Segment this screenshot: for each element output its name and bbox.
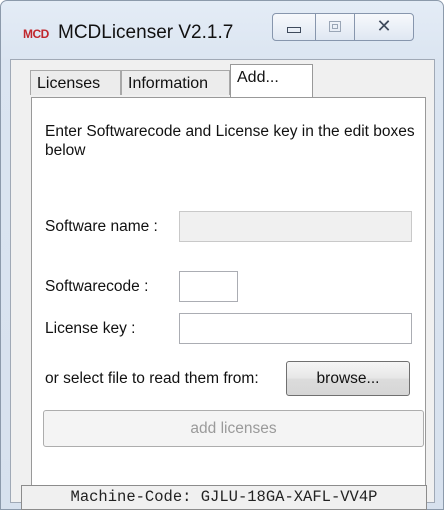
tab-licenses[interactable]: Licenses (30, 70, 121, 95)
software-name-label: Software name : (45, 218, 158, 235)
title-bar[interactable]: MCD MCDLicenser V2.1.7 ✕ (1, 1, 443, 59)
browse-button[interactable]: browse... (286, 361, 410, 396)
client-area: Licenses Information Add... Enter Softwa… (10, 59, 435, 503)
maximize-button[interactable] (315, 13, 355, 41)
licenser-window: MCD MCDLicenser V2.1.7 ✕ Licenses Inform… (0, 0, 444, 510)
tab-information[interactable]: Information (121, 70, 230, 95)
app-logo-icon: MCD (23, 27, 49, 41)
software-name-field (179, 211, 412, 242)
license-key-label: License key : (45, 320, 136, 337)
maximize-icon (329, 21, 341, 32)
machine-code-status: Machine-Code: GJLU-18GA-XAFL-VV4P (21, 485, 427, 510)
tab-add[interactable]: Add... (230, 64, 313, 97)
software-name-input (180, 212, 411, 241)
license-key-field[interactable] (179, 313, 412, 344)
license-key-input[interactable] (180, 314, 411, 343)
close-icon: ✕ (376, 16, 392, 37)
instruction-text: Enter Softwarecode and License key in th… (45, 123, 415, 159)
window-title: MCDLicenser V2.1.7 (58, 22, 234, 43)
softwarecode-field[interactable] (179, 271, 238, 302)
close-button[interactable]: ✕ (354, 13, 414, 41)
file-prompt-label: or select file to read them from: (45, 370, 259, 387)
minimize-icon (287, 27, 301, 33)
softwarecode-label: Softwarecode : (45, 278, 149, 295)
softwarecode-input[interactable] (180, 272, 237, 301)
add-licenses-button[interactable]: add licenses (43, 410, 424, 447)
minimize-button[interactable] (272, 13, 316, 41)
